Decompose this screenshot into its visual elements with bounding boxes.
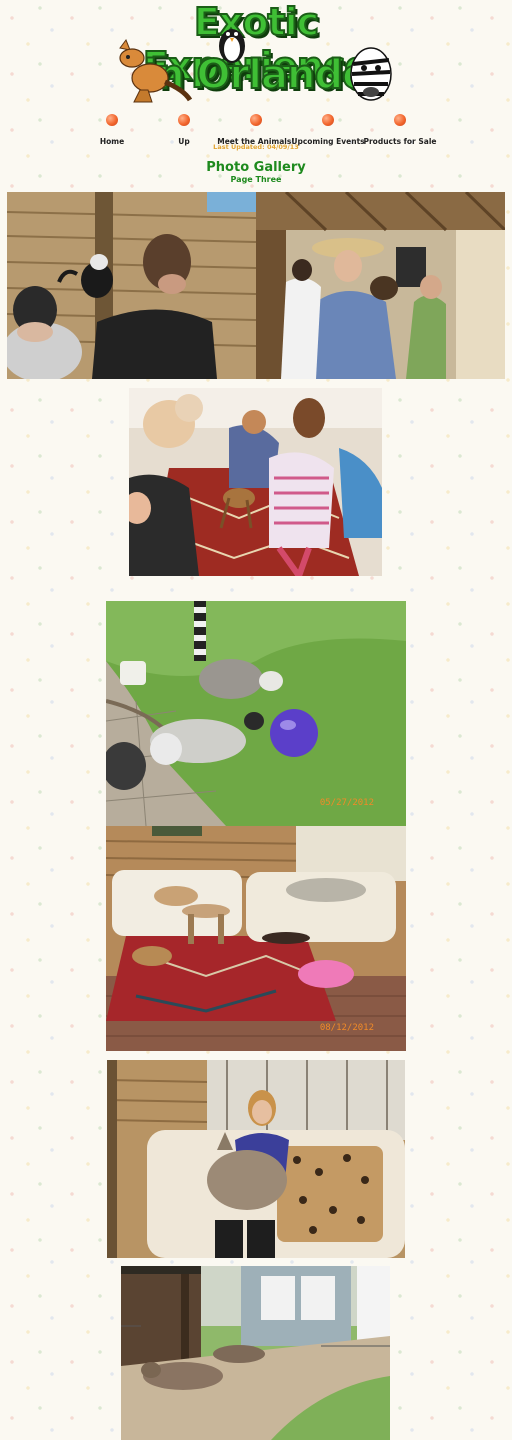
nav-bullet-icon [178, 114, 190, 126]
photo-ringtail-lemurs[interactable]: 05/27/2012 [106, 601, 406, 826]
penguin-mascot-icon [219, 29, 245, 63]
photo-kids-wallaby[interactable] [129, 388, 382, 576]
page-title: Photo Gallery [206, 160, 306, 175]
nav-bullet-icon [106, 114, 118, 126]
kangaroo-mascot-icon [119, 38, 192, 103]
nav-bullet-icon [250, 114, 262, 126]
photo-living-room-rug[interactable]: 08/12/2012 [106, 826, 406, 1051]
photo-woman-sloth-crowd[interactable] [256, 192, 505, 379]
photo-date-stamp: 08/12/2012 [319, 1023, 374, 1033]
zebra-mascot-icon [350, 47, 392, 101]
last-updated-text: Last Updated: 04/09/13 [213, 143, 299, 151]
nav-bullet-icon [394, 114, 406, 126]
nav-bullet-icon [322, 114, 334, 126]
photo-date-stamp: 05/27/2012 [319, 798, 374, 808]
photo-woman-kangaroo-sofa[interactable] [107, 1060, 405, 1258]
photo-kangaroos-enclosure[interactable] [121, 1266, 390, 1440]
site-logo: Exotic Experience in Orlando [108, 0, 404, 110]
photo-lemur-porch[interactable] [7, 192, 256, 379]
page-subtitle: Page Three [230, 175, 282, 184]
